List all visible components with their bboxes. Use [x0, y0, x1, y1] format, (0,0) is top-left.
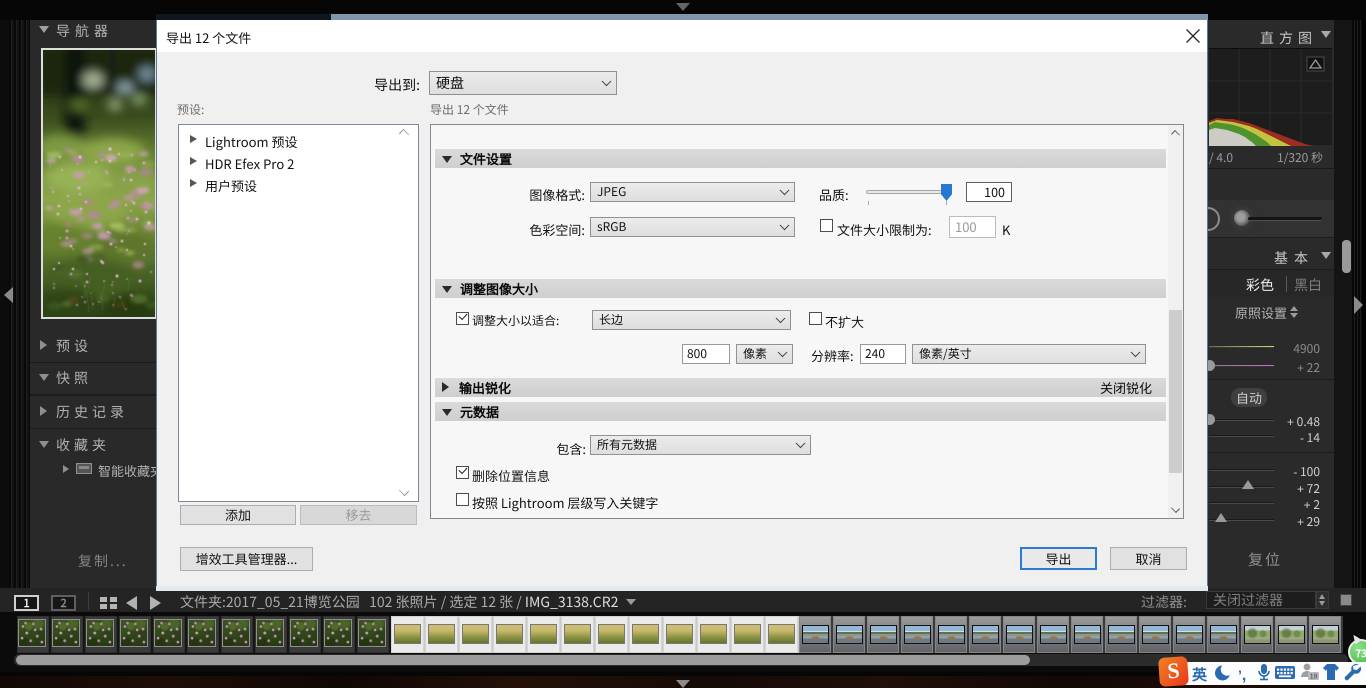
svg-text:19: 19 — [1310, 674, 1318, 681]
